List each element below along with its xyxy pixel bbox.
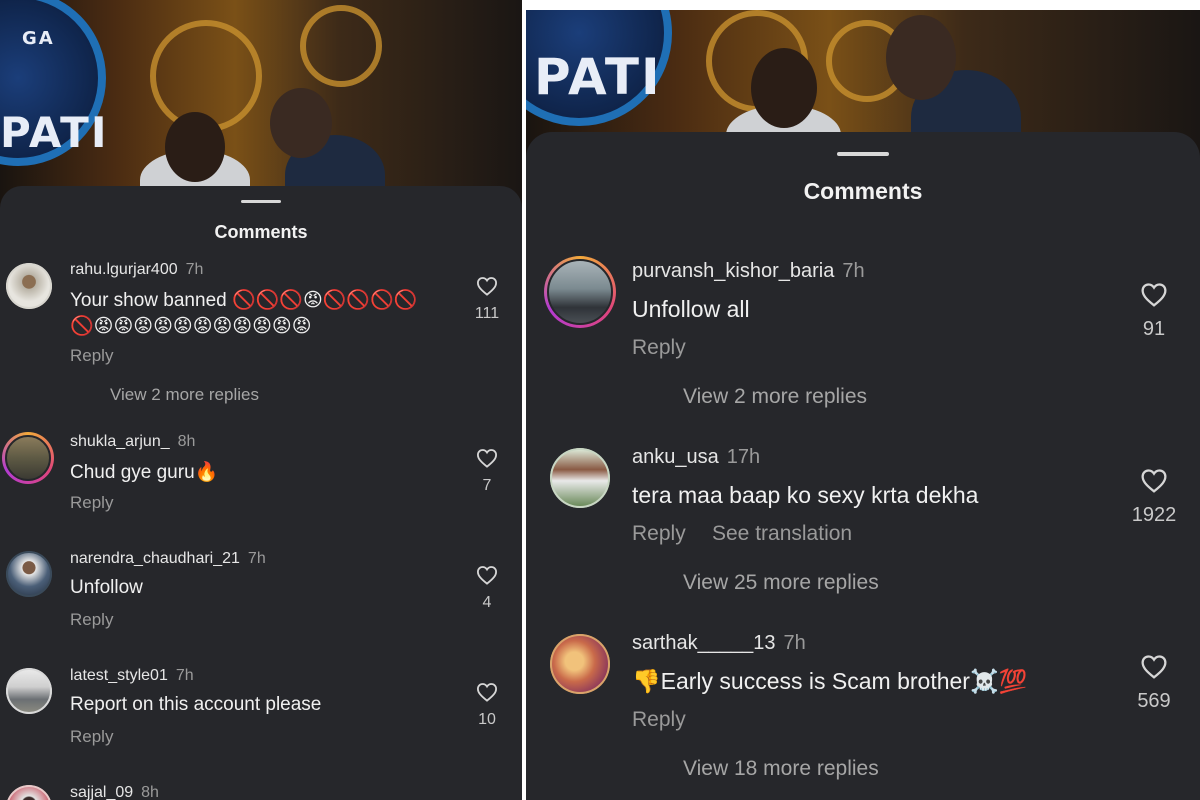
view-more-replies[interactable]: View 2 more replies	[683, 385, 867, 409]
comment-time: 7h	[185, 261, 204, 278]
reply-button[interactable]: Reply	[70, 610, 113, 630]
avatar[interactable]	[6, 668, 52, 714]
view-more-replies[interactable]: View 25 more replies	[683, 571, 879, 595]
reply-button[interactable]: Reply	[70, 727, 113, 747]
comments-sheet: Comments purvansh_kishor_baria 7h Unfollo…	[526, 132, 1200, 800]
comment-text: Unfollow	[70, 577, 143, 598]
comment-text: Unfollow all	[632, 296, 750, 322]
heart-icon[interactable]	[476, 276, 498, 296]
comment-time: 7h	[842, 260, 865, 282]
comment-username[interactable]: shukla_arjun_ 8h	[70, 433, 195, 451]
logo-text: PATI	[534, 48, 662, 106]
left-screenshot: PATI GA Comments rahu.lgurjar400 7h Your …	[0, 0, 522, 800]
username-text[interactable]: shukla_arjun_	[70, 433, 170, 450]
like-count: 10	[478, 711, 496, 728]
comment-text: Chud gye guru🔥	[70, 462, 219, 483]
avatar[interactable]	[6, 785, 52, 800]
like-count: 569	[1137, 690, 1171, 712]
top-strip	[526, 0, 1200, 10]
reply-button[interactable]: Reply	[70, 493, 113, 513]
person-head	[886, 15, 956, 100]
username-text[interactable]: rahu.lgurjar400	[70, 261, 178, 278]
like-count: 1922	[1131, 504, 1177, 526]
comment-username[interactable]: rahu.lgurjar400 7h	[70, 261, 203, 279]
reply-button[interactable]: Reply	[632, 708, 686, 732]
reply-button[interactable]: Reply	[632, 336, 686, 360]
username-text[interactable]: latest_style01	[70, 667, 168, 684]
avatar[interactable]	[550, 634, 610, 694]
username-text[interactable]: anku_usa	[632, 446, 719, 468]
comment-text: Report on this account please	[70, 694, 322, 715]
like-count: 111	[474, 305, 500, 322]
comment-time: 8h	[177, 433, 196, 450]
reply-button[interactable]: Reply	[632, 522, 686, 546]
logo-top-text: GA	[22, 28, 55, 49]
heart-icon[interactable]	[476, 682, 498, 702]
avatar[interactable]	[6, 551, 52, 597]
comment-text: tera maa baap ko sexy krta dekha	[632, 482, 979, 508]
username-text[interactable]: sarthak_____13	[632, 632, 775, 654]
username-text[interactable]: purvansh_kishor_baria	[632, 260, 834, 282]
avatar[interactable]	[550, 448, 610, 508]
avatar[interactable]	[6, 263, 52, 309]
sheet-title: Comments	[803, 178, 923, 204]
heart-icon[interactable]	[1140, 468, 1168, 493]
like-count: 4	[482, 594, 492, 611]
comment-time: 17h	[726, 446, 761, 468]
person-head	[270, 88, 332, 158]
person-head	[751, 48, 817, 128]
comment-username[interactable]: sarthak_____13 7h	[632, 632, 806, 655]
view-more-replies[interactable]: View 18 more replies	[683, 757, 879, 781]
reply-button[interactable]: Reply	[70, 346, 113, 366]
heart-icon[interactable]	[476, 448, 498, 468]
comment-username[interactable]: sajjal_09 8h	[70, 784, 159, 800]
comment-username[interactable]: purvansh_kishor_baria 7h	[632, 260, 865, 283]
comment-time: 7h	[247, 550, 266, 567]
drag-handle[interactable]	[241, 200, 281, 203]
comment-time: 7h	[175, 667, 194, 684]
username-text[interactable]: sajjal_09	[70, 784, 133, 800]
comments-sheet: Comments rahu.lgurjar400 7h Your show ban…	[0, 186, 522, 800]
heart-icon[interactable]	[1140, 654, 1168, 679]
person-head	[165, 112, 225, 182]
avatar[interactable]	[544, 256, 616, 328]
see-translation-button[interactable]: See translation	[712, 522, 852, 546]
comment-username[interactable]: narendra_chaudhari_21 7h	[70, 550, 266, 568]
comment-username[interactable]: latest_style01 7h	[70, 667, 194, 685]
logo-text: PATI	[0, 108, 109, 157]
comment-time: 8h	[141, 784, 159, 800]
video-background: PATI GA	[0, 0, 522, 210]
like-count: 7	[482, 477, 492, 494]
drag-handle[interactable]	[837, 152, 889, 156]
view-more-replies[interactable]: View 2 more replies	[110, 385, 259, 405]
avatar[interactable]	[2, 432, 54, 484]
right-screenshot: PATI Comments purvansh_kishor_baria 7h Un…	[526, 0, 1200, 800]
comment-username[interactable]: anku_usa 17h	[632, 446, 760, 469]
username-text[interactable]: narendra_chaudhari_21	[70, 550, 240, 567]
gold-ornament	[300, 5, 382, 87]
comment-text: 👎Early success is Scam brother☠️💯	[632, 668, 1028, 694]
heart-icon[interactable]	[1140, 282, 1168, 307]
comment-text-line2: 🚫😡😡😡😡😡😡😡😡😡😡😡	[70, 316, 312, 337]
comment-text: Your show banned 🚫🚫🚫😡🚫🚫🚫🚫	[70, 290, 418, 311]
sheet-title: Comments	[214, 222, 308, 242]
comment-time: 7h	[783, 632, 806, 654]
heart-icon[interactable]	[476, 565, 498, 585]
like-count: 91	[1142, 318, 1166, 340]
